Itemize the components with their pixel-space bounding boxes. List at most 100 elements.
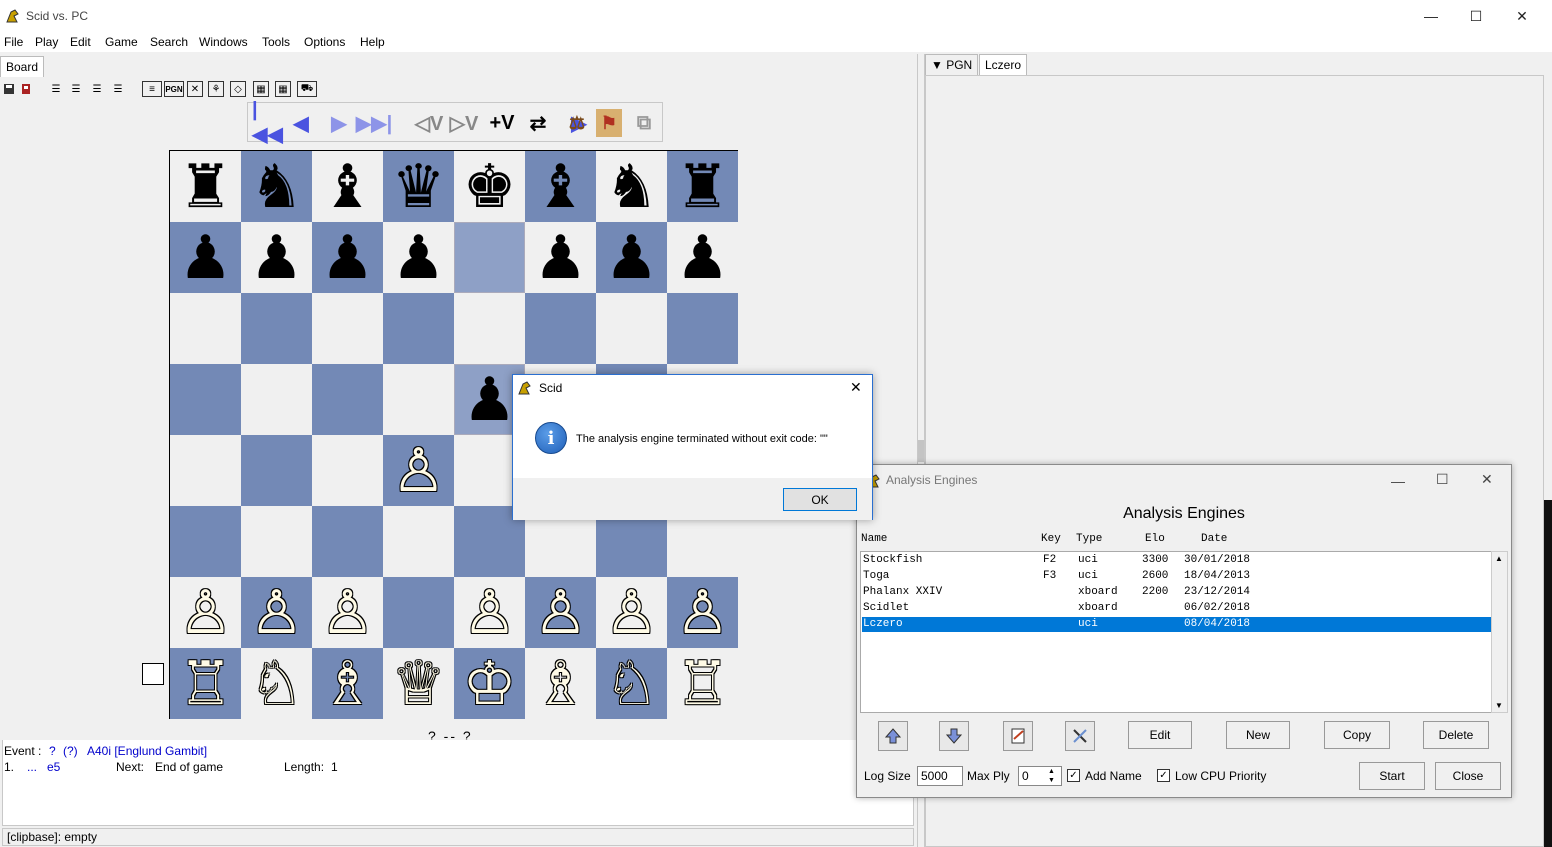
tab-board[interactable]: Board xyxy=(0,56,45,77)
col-date[interactable]: Date xyxy=(1201,533,1227,545)
tools-icon[interactable]: ✕ xyxy=(187,81,203,97)
maximize-button[interactable]: ☐ xyxy=(1453,0,1499,32)
engines-list[interactable]: Stockfish F2 uci 3300 30/01/2018 Toga F3 uci 260… xyxy=(860,551,1494,713)
engines-close-button[interactable]: ✕ xyxy=(1481,471,1493,488)
configure-tools-icon[interactable] xyxy=(1065,721,1095,751)
square-g1[interactable]: ♘ xyxy=(596,648,667,719)
menu-edit[interactable]: Edit xyxy=(70,35,91,49)
square-d8[interactable]: ♛ xyxy=(383,151,454,222)
menu-file[interactable]: File xyxy=(4,35,23,49)
piece-c8[interactable]: ♝ xyxy=(321,157,375,217)
piece-a1[interactable]: ♖ xyxy=(179,654,233,714)
add-variation-icon[interactable]: +V xyxy=(486,109,518,137)
delete-button[interactable]: Delete xyxy=(1423,721,1489,749)
square-e6[interactable] xyxy=(454,293,525,364)
piece-a7[interactable]: ♟ xyxy=(179,228,233,288)
col-type[interactable]: Type xyxy=(1076,533,1102,545)
square-c2[interactable]: ♙ xyxy=(312,577,383,648)
piece-g8[interactable]: ♞ xyxy=(605,157,659,217)
engine-row[interactable]: Scidlet xboard 06/02/2018 xyxy=(862,601,1491,616)
engines-list-scrollbar[interactable]: ▲ ▼ xyxy=(1491,551,1508,713)
piece-h7[interactable]: ♟ xyxy=(676,228,730,288)
piece-b1[interactable]: ♘ xyxy=(250,654,304,714)
square-b1[interactable]: ♘ xyxy=(241,648,312,719)
bookmark-icon[interactable] xyxy=(18,81,34,97)
col-elo[interactable]: Elo xyxy=(1145,533,1165,545)
piece-f8[interactable]: ♝ xyxy=(534,157,588,217)
crosstable-icon[interactable]: ▦ xyxy=(275,81,291,97)
tree-icon[interactable]: ⚘ xyxy=(208,81,224,97)
menu-help[interactable]: Help xyxy=(360,35,385,49)
scroll-up-icon[interactable]: ▲ xyxy=(1495,554,1503,563)
sort-up2-icon[interactable]: ☰ xyxy=(68,81,84,97)
square-b5[interactable] xyxy=(241,364,312,435)
new-button[interactable]: New xyxy=(1226,721,1290,749)
engines-maximize-button[interactable]: ☐ xyxy=(1436,471,1449,488)
square-g6[interactable] xyxy=(596,293,667,364)
copy-window-icon[interactable]: ⧉ xyxy=(630,109,658,137)
scales-icon[interactable]: ⚖ xyxy=(564,109,590,137)
event-value[interactable]: ? xyxy=(49,744,56,758)
sort-up-icon[interactable]: ☰ xyxy=(48,81,64,97)
square-a7[interactable]: ♟ xyxy=(170,222,241,293)
edit-config-icon[interactable] xyxy=(1003,721,1033,751)
piece-g2[interactable]: ♙ xyxy=(605,583,659,643)
board-grid-icon[interactable]: ▦ xyxy=(253,81,269,97)
close-button[interactable]: ✕ xyxy=(1499,0,1545,32)
dialog-close-button[interactable]: ✕ xyxy=(850,379,862,396)
square-h1[interactable]: ♖ xyxy=(667,648,738,719)
save-icon[interactable] xyxy=(1,81,17,97)
piece-b7[interactable]: ♟ xyxy=(250,228,304,288)
piece-g1[interactable]: ♘ xyxy=(605,654,659,714)
square-f1[interactable]: ♗ xyxy=(525,648,596,719)
piece-f2[interactable]: ♙ xyxy=(534,583,588,643)
max-ply-spinner-icon[interactable]: ▲ ▼ xyxy=(1048,767,1055,785)
square-a8[interactable]: ♜ xyxy=(170,151,241,222)
autoplay-icon[interactable] xyxy=(528,109,556,137)
goto-end-icon[interactable]: ▶▶| xyxy=(356,109,392,137)
last-move[interactable]: e5 xyxy=(47,760,60,774)
edit-button[interactable]: Edit xyxy=(1128,721,1192,749)
square-b2[interactable]: ♙ xyxy=(241,577,312,648)
gamelist-icon[interactable]: ≡ xyxy=(142,81,162,97)
square-g7[interactable]: ♟ xyxy=(596,222,667,293)
menu-tools[interactable]: Tools xyxy=(262,35,290,49)
square-d1[interactable]: ♕ xyxy=(383,648,454,719)
pgn-window-icon[interactable]: PGN xyxy=(164,81,184,97)
square-c7[interactable]: ♟ xyxy=(312,222,383,293)
piece-d7[interactable]: ♟ xyxy=(392,228,446,288)
square-a3[interactable] xyxy=(170,506,241,577)
piece-e8[interactable]: ♚ xyxy=(463,157,517,217)
piece-c2[interactable]: ♙ xyxy=(321,583,375,643)
piece-d1[interactable]: ♕ xyxy=(392,654,446,714)
back-icon[interactable]: ◀ xyxy=(288,109,314,137)
tab-pgn[interactable]: ▼ PGN xyxy=(925,54,979,75)
col-key[interactable]: Key xyxy=(1041,533,1061,545)
piece-c7[interactable]: ♟ xyxy=(321,228,375,288)
square-g2[interactable]: ♙ xyxy=(596,577,667,648)
square-a4[interactable] xyxy=(170,435,241,506)
piece-g7[interactable]: ♟ xyxy=(605,228,659,288)
low-cpu-checkbox[interactable]: ✓ xyxy=(1157,769,1170,782)
forward-icon[interactable]: ▶ xyxy=(326,109,352,137)
engines-minimize-button[interactable]: — xyxy=(1391,473,1405,489)
piece-e2[interactable]: ♙ xyxy=(463,583,517,643)
square-b4[interactable] xyxy=(241,435,312,506)
square-d6[interactable] xyxy=(383,293,454,364)
square-d3[interactable] xyxy=(383,506,454,577)
board-setup-icon[interactable]: ⚑ xyxy=(596,109,622,137)
max-ply-input[interactable]: 0 xyxy=(1018,766,1062,786)
square-e2[interactable]: ♙ xyxy=(454,577,525,648)
square-c1[interactable]: ♗ xyxy=(312,648,383,719)
minimize-button[interactable]: — xyxy=(1408,0,1454,32)
piece-f1[interactable]: ♗ xyxy=(534,654,588,714)
piece-f7[interactable]: ♟ xyxy=(534,228,588,288)
opening-link[interactable]: A40i [Englund Gambit] xyxy=(87,744,207,758)
square-a1[interactable]: ♖ xyxy=(170,648,241,719)
square-a2[interactable]: ♙ xyxy=(170,577,241,648)
square-d5[interactable] xyxy=(383,364,454,435)
square-f6[interactable] xyxy=(525,293,596,364)
square-b7[interactable]: ♟ xyxy=(241,222,312,293)
piece-h8[interactable]: ♜ xyxy=(676,157,730,217)
square-g8[interactable]: ♞ xyxy=(596,151,667,222)
